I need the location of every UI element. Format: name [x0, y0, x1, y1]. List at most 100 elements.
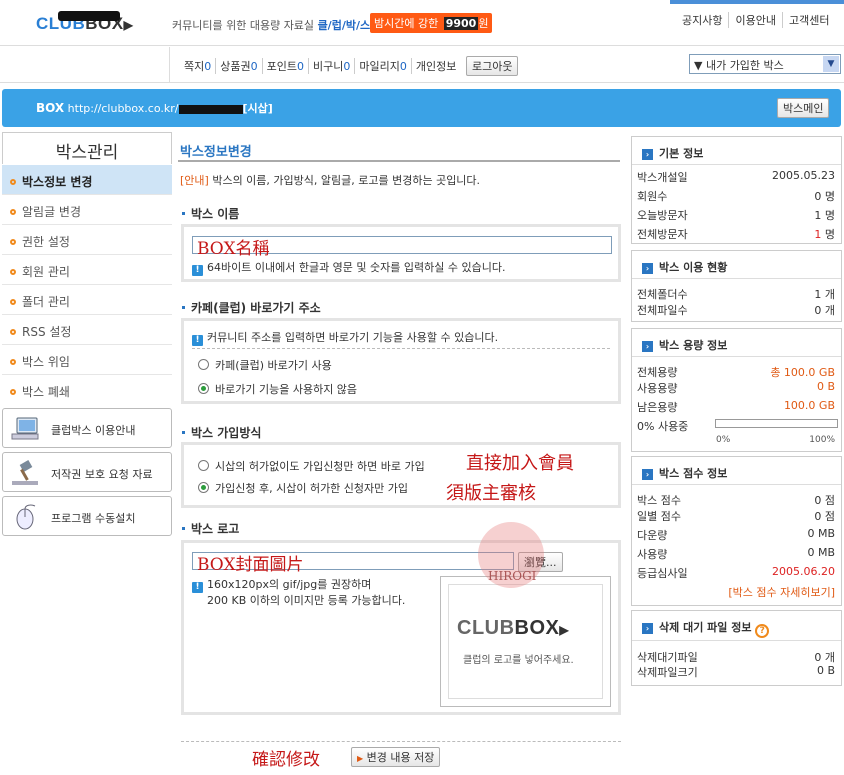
- score-block: › 박스 점수 정보 박스 점수 0 점 일별 점수 0 점 다운량 0 MB 사용량 0…: [631, 456, 842, 606]
- menu-messages[interactable]: 쪽지0: [180, 58, 215, 74]
- menu-vouchers[interactable]: 상품권0: [215, 58, 261, 74]
- shortcut-option-use[interactable]: 카페(클럽) 바로가기 사용: [198, 357, 332, 373]
- annotation-direct: 直接加入會員: [466, 453, 574, 474]
- chevron-right-icon: ›: [642, 149, 653, 160]
- capacity-header: › 박스 용량 정보: [632, 329, 841, 357]
- bullet-icon: [182, 431, 185, 434]
- logo-arrow-icon: ▶: [123, 18, 134, 32]
- radio-selected-icon[interactable]: [198, 383, 209, 394]
- menu-profile[interactable]: 개인정보: [410, 58, 460, 74]
- section-title-join: 박스 가입방식: [182, 424, 261, 441]
- usage-meter-row: 0% 사용중: [632, 414, 841, 433]
- link-guide[interactable]: 이용안내: [728, 12, 781, 28]
- save-button[interactable]: ▶ 변경 내용 저장: [351, 747, 441, 767]
- card-copyright[interactable]: 저작권 보호 요청 자료: [2, 452, 172, 492]
- help-icon[interactable]: ?: [755, 624, 770, 638]
- pending-block: › 삭제 대기 파일 정보 ? 삭제대기파일 0 개 삭제파일크기 0 B: [631, 610, 842, 686]
- nav-item-box-info[interactable]: 박스정보 변경: [2, 165, 172, 195]
- top-links: 공지사항 이용안내 고객센터: [676, 12, 835, 28]
- box-main-button[interactable]: 박스메인: [777, 98, 830, 118]
- score-header: › 박스 점수 정보: [632, 457, 841, 485]
- shortcut-panel: ! 커뮤니티 주소를 입력하면 바로가기 기능을 사용할 수 있습니다. 카페(클…: [181, 318, 621, 404]
- chevron-right-icon: ›: [642, 263, 653, 274]
- bullet-icon: [10, 299, 16, 305]
- tagline: 커뮤니티를 위한 대용량 자료실 클/럽/박/스: [172, 19, 371, 32]
- bullet-icon: [10, 269, 16, 275]
- logout-button[interactable]: 로그아웃: [466, 56, 519, 76]
- promo-banner[interactable]: 밤시간에 강한 9900 원: [370, 13, 493, 33]
- nav-item-members[interactable]: 회원 관리: [2, 255, 172, 285]
- stat-row: 사용량 0 MB: [637, 546, 835, 561]
- pending-header: › 삭제 대기 파일 정보 ?: [632, 611, 841, 641]
- section-title-logo: 박스 로고: [182, 520, 239, 537]
- preview-caption: 클럽의 로고를 넣어주세요.: [463, 655, 574, 666]
- gavel-icon: [12, 460, 38, 485]
- nav-items: 박스정보 변경 알림글 변경 권한 설정 회원 관리 폴더 관리 RSS 설정 …: [2, 165, 172, 405]
- nav-item-close[interactable]: 박스 폐쇄: [2, 375, 172, 405]
- bullet-icon: [182, 527, 185, 530]
- stat-row: 다운량 0 MB: [637, 527, 835, 542]
- nav-item-folders[interactable]: 폴더 관리: [2, 285, 172, 315]
- stat-row: 박스개설일 2005.05.23: [637, 169, 835, 184]
- link-notice[interactable]: 공지사항: [676, 12, 728, 28]
- join-option-direct[interactable]: 시삽의 허가없이도 가입신청만 하면 바로 가입: [198, 458, 425, 474]
- shortcut-option-none[interactable]: 바로가기 기능을 사용하지 않음: [198, 381, 357, 397]
- nav-item-rss[interactable]: RSS 설정: [2, 315, 172, 345]
- stat-row: 삭제대기파일 0 개: [637, 651, 835, 664]
- score-detail-link[interactable]: [박스 점수 자세히보기]: [728, 584, 835, 600]
- dashed-divider: [181, 741, 621, 742]
- box-name-input[interactable]: BOX名稱: [192, 236, 612, 259]
- nav-item-delegate[interactable]: 박스 위임: [2, 345, 172, 375]
- logo-panel: BOX封面圖片 瀏覽... ! 160x120px의 gif/jpg를 권장하며 …: [181, 540, 621, 715]
- bullet-icon: [10, 209, 16, 215]
- logo-file-input[interactable]: BOX封面圖片: [192, 552, 514, 575]
- menu-bigun[interactable]: 비구니0: [308, 58, 354, 74]
- stat-row: 남은용량 100.0 GB: [637, 399, 835, 414]
- card-install[interactable]: 프로그램 수동설치: [2, 496, 172, 536]
- logo-preview: CLUBBOX▶ 클럽의 로고를 넣어주세요.: [440, 576, 611, 707]
- bullet-icon: [10, 389, 16, 395]
- home-icon[interactable]: [14, 11, 30, 25]
- usage-block: › 박스 이용 현황 전체폴더수 1 개 전체파일수 0 개: [631, 250, 842, 322]
- radio-icon[interactable]: [198, 460, 209, 471]
- nav-item-notice[interactable]: 알림글 변경: [2, 195, 172, 225]
- logo-hint-2: 200 KB 이하의 이미지만 등록 가능합니다.: [207, 594, 406, 607]
- bullet-icon: [182, 212, 185, 215]
- my-boxes-select[interactable]: ▼ 내가 가입한 박스 ▼: [689, 54, 841, 74]
- link-support[interactable]: 고객센터: [781, 12, 835, 28]
- radio-selected-icon[interactable]: [198, 482, 209, 493]
- stat-row: 전체폴더수 1 개: [637, 288, 835, 301]
- stat-row: 박스 점수 0 점: [637, 494, 835, 507]
- nav-item-permissions[interactable]: 권한 설정: [2, 225, 172, 255]
- chevron-right-icon: ›: [642, 341, 653, 352]
- url-redacted: [178, 104, 243, 114]
- stat-row: 오늘방문자 1 명: [637, 209, 835, 222]
- info-icon: !: [192, 335, 203, 346]
- user-info-box: [2, 47, 170, 83]
- menu-points[interactable]: 포인트0: [261, 58, 308, 74]
- stat-row: 삭제파일크기 0 B: [637, 664, 835, 679]
- menu-mileage[interactable]: 마일리지0: [354, 58, 410, 74]
- pct-min-label: 0%: [716, 435, 731, 445]
- section-title-name: 박스 이름: [182, 205, 239, 222]
- notice-text: [안내] 박스의 이름, 가입방식, 알림글, 로고를 변경하는 곳입니다.: [180, 174, 481, 187]
- mouse-icon: [16, 504, 36, 530]
- nav-title: 박스관리: [2, 132, 172, 164]
- stat-row: 회원수 0 명: [637, 190, 835, 203]
- card-guide[interactable]: 클럽박스 이용안내: [2, 408, 172, 448]
- header-accent: [670, 0, 844, 4]
- usage-header: › 박스 이용 현황: [632, 251, 841, 279]
- watermark-text: HIROGI: [488, 569, 537, 583]
- join-option-approval[interactable]: 가입신청 후, 시삽이 허가한 신청자만 가입: [198, 480, 408, 496]
- box-url: BOX http://clubbox.co.kr/[시삽]: [36, 101, 273, 115]
- page-title: 박스정보변경: [180, 145, 252, 160]
- name-panel: BOX名稱 ! 64바이트 이내에서 한글과 영문 및 숫자를 입력하실 수 있습…: [181, 224, 621, 282]
- chevron-down-icon: ▼: [823, 56, 839, 72]
- user-menu: 쪽지0 상품권0 포인트0 비구니0 마일리지0 개인정보: [180, 58, 460, 74]
- name-hint: ! 64바이트 이내에서 한글과 영문 및 숫자를 입력하실 수 있습니다.: [192, 259, 505, 276]
- radio-icon[interactable]: [198, 359, 209, 370]
- title-divider: [178, 160, 620, 162]
- chevron-right-icon: ›: [642, 469, 653, 480]
- stat-row: 등급심사일 2005.06.20: [637, 565, 835, 580]
- annotation-confirm: 確認修改: [252, 750, 320, 770]
